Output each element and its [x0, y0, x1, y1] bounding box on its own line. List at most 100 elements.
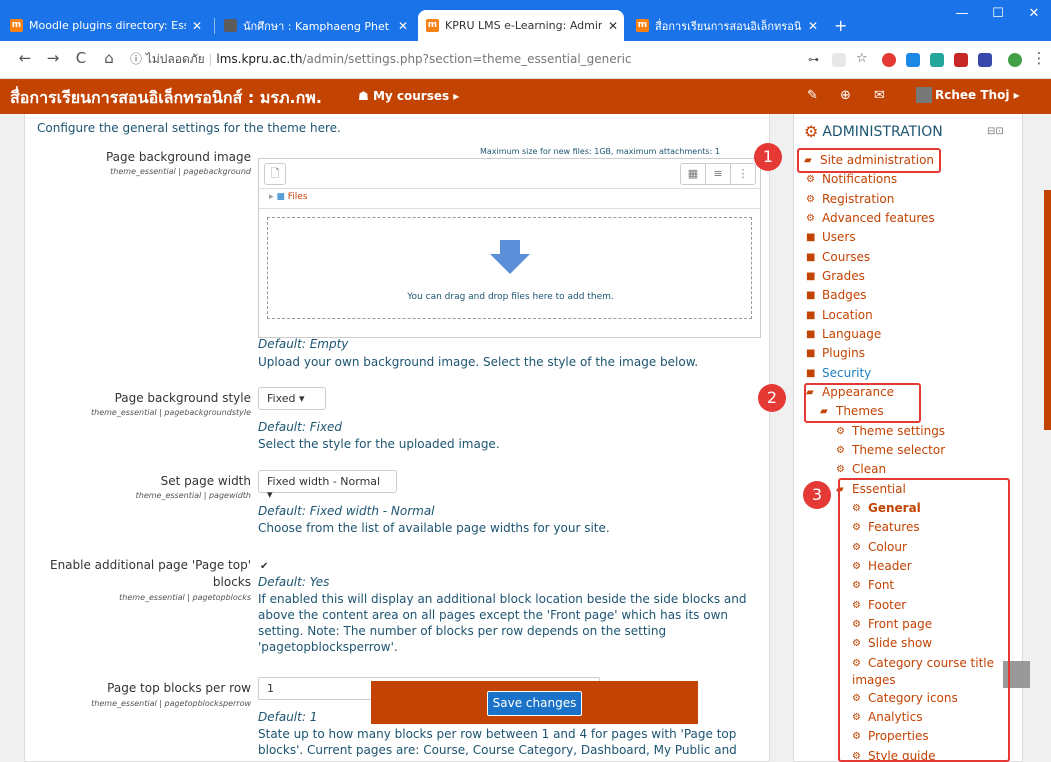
admin-item-registration[interactable]: ⚙ Registration [806, 192, 894, 206]
bookmark-star-icon[interactable]: ☆ [856, 51, 870, 66]
admin-item-label: Courses [822, 250, 871, 264]
tab-title: สื่อการเรียนการสอนอิเล็กทรอนิกส์ : มร [655, 19, 802, 33]
admin-item-advanced-features[interactable]: ⚙ Advanced features [806, 211, 935, 225]
adblock-icon[interactable] [882, 53, 896, 67]
home-button[interactable]: ⌂ [98, 49, 120, 67]
gear-icon: ⚙ [806, 212, 815, 224]
folder-icon: ■ [806, 289, 816, 301]
drop-hint: You can drag and drop files here to add … [407, 292, 614, 302]
admin-item-badges[interactable]: ■ Badges [806, 288, 866, 302]
gear-icon: ⚙ [836, 463, 845, 475]
max-size-note: Maximum size for new files: 1GB, maximum… [480, 147, 720, 156]
setting-label-pagebackground: Page background image [105, 150, 251, 164]
grid-view-icon[interactable]: ▦ [681, 164, 706, 184]
admin-item-theme-settings[interactable]: ⚙ Theme settings [836, 424, 945, 438]
security-indicator[interactable]: ⓘ ไม่ปลอดภัย [130, 52, 205, 66]
url-field[interactable]: ⓘ ไม่ปลอดภัย | lms.kpru.ac.th/admin/sett… [130, 50, 632, 69]
admin-item-label: Registration [822, 192, 895, 206]
key-icon[interactable]: ⊶ [808, 53, 822, 67]
back-button[interactable]: ← [14, 49, 36, 67]
gear-icon: ⚙ [806, 173, 815, 185]
annotation-box-site-admin [797, 148, 941, 173]
avatar [916, 87, 932, 103]
setting-name-pagetopblocksperrow: theme_essential | pagetopblocksperrow [91, 699, 251, 708]
folder-icon: ■ [806, 347, 816, 359]
close-tab-icon[interactable]: ✕ [608, 19, 618, 33]
close-window-button[interactable]: ✕ [1016, 6, 1051, 21]
close-tab-icon[interactable]: ✕ [808, 19, 818, 33]
new-tab-button[interactable]: + [826, 10, 852, 41]
save-changes-button[interactable]: Save changes [487, 691, 582, 716]
browser-menu-icon[interactable]: ⋮ [1028, 49, 1050, 67]
browser-tab-bar: m Moodle plugins directory: Essent ✕ นัก… [0, 0, 1051, 41]
administration-header: ⚙ ADMINISTRATION [804, 122, 943, 141]
list-view-icon[interactable]: ≡ [706, 164, 731, 184]
scrollbar-thumb[interactable] [1044, 190, 1051, 430]
my-courses-menu[interactable]: ☗ My courses ▸ [358, 89, 459, 103]
setting-label-pagebackgroundstyle: Page background style [114, 391, 251, 405]
setting-name-pagebackground: theme_essential | pagebackground [110, 167, 251, 176]
folder-icon: ■ [806, 251, 816, 263]
pagetopblocks-checkbox[interactable]: ✔ [260, 562, 271, 573]
admin-item-label: Theme settings [852, 424, 946, 438]
extension-icon[interactable] [978, 53, 992, 67]
page-width-select[interactable]: Fixed width - Normal ▾ [258, 470, 397, 501]
admin-item-notifications[interactable]: ⚙ Notifications [806, 172, 897, 186]
extension-icon[interactable] [930, 53, 944, 67]
admin-item-label: Users [822, 230, 856, 244]
pdf-icon[interactable] [954, 53, 968, 67]
background-style-select[interactable]: Fixed ▾ [258, 387, 326, 410]
block-controls[interactable]: ⊟⊡ [987, 126, 1004, 137]
browser-tab-kpru-lms[interactable]: m KPRU LMS e-Learning: Administr ✕ [418, 10, 624, 41]
my-courses-label: My courses ▸ [372, 89, 460, 103]
browser-tab-student[interactable]: นักศึกษา : Kamphaeng Phet Rajab ✕ [216, 10, 414, 41]
browser-tab-elearning[interactable]: m สื่อการเรียนการสอนอิเล็กทรอนิกส์ : มร … [628, 10, 824, 41]
profile-icon[interactable] [1008, 53, 1022, 67]
file-drop-zone[interactable]: You can drag and drop files here to add … [267, 217, 752, 319]
folder-icon: ■ [276, 192, 285, 202]
default-pagetopblocks: Default: Yes [258, 575, 330, 589]
notifications-icon[interactable]: ⊕ [840, 88, 851, 103]
close-tab-icon[interactable]: ✕ [398, 19, 408, 33]
desc-pagetopblocks: If enabled this will display an addition… [258, 592, 747, 654]
admin-item-grades[interactable]: ■ Grades [806, 269, 865, 283]
setting-label-pagetopblocksperrow: Page top blocks per row [107, 681, 251, 695]
setting-name-pagebackgroundstyle: theme_essential | pagebackgroundstyle [90, 408, 251, 417]
desc-pagetopblocksperrow: State up to how many blocks per row betw… [258, 727, 737, 757]
admin-item-label: Grades [822, 269, 865, 283]
add-file-button[interactable]: 🗋 [264, 163, 286, 185]
user-menu[interactable]: Rchee Thoj ▸ [916, 87, 1020, 103]
files-folder[interactable]: ▸ ■ Files [259, 189, 760, 209]
site-title[interactable]: สื่อการเรียนการสอนอิเล็กทรอนิกส์ : มรภ.ก… [10, 86, 322, 111]
close-tab-icon[interactable]: ✕ [192, 19, 202, 33]
reload-button[interactable]: C [70, 49, 92, 67]
minimize-button[interactable]: — [944, 6, 980, 21]
admin-item-courses[interactable]: ■ Courses [806, 250, 870, 264]
admin-item-label: Security [822, 366, 872, 380]
browser-tab-moodle-plugins[interactable]: m Moodle plugins directory: Essent ✕ [2, 10, 208, 41]
folder-icon: ■ [806, 328, 816, 340]
maximize-button[interactable]: ☐ [980, 6, 1016, 21]
gear-icon: ⚙ [836, 425, 845, 437]
messages-icon[interactable]: ✉ [874, 88, 885, 103]
url-host: lms.kpru.ac.th [216, 52, 303, 66]
extension-icon[interactable] [906, 53, 920, 67]
admin-item-plugins[interactable]: ■ Plugins [806, 346, 865, 360]
admin-item-clean[interactable]: ⚙ Clean [836, 462, 886, 476]
view-mode-switch: ▦ ≡ ⋮ [680, 163, 756, 185]
admin-item-language[interactable]: ■ Language [806, 327, 881, 341]
translate-icon[interactable] [832, 53, 846, 67]
admin-item-location[interactable]: ■ Location [806, 308, 873, 322]
edit-icon[interactable]: ✎ [807, 88, 818, 103]
setting-name-pagewidth: theme_essential | pagewidth [135, 491, 251, 500]
admin-item-users[interactable]: ■ Users [806, 230, 856, 244]
tab-title: KPRU LMS e-Learning: Administr [445, 19, 602, 32]
tree-view-icon[interactable]: ⋮ [731, 164, 755, 184]
admin-item-label: Clean [852, 462, 887, 476]
admin-item-theme-selector[interactable]: ⚙ Theme selector [836, 443, 945, 457]
admin-item-security[interactable]: ■ Security [806, 366, 871, 380]
gears-icon: ⚙ [804, 122, 819, 141]
file-picker-toolbar: 🗋 ▦ ≡ ⋮ [259, 159, 760, 189]
forward-button[interactable]: → [42, 49, 64, 67]
annotation-badge-3: 3 [803, 481, 831, 509]
